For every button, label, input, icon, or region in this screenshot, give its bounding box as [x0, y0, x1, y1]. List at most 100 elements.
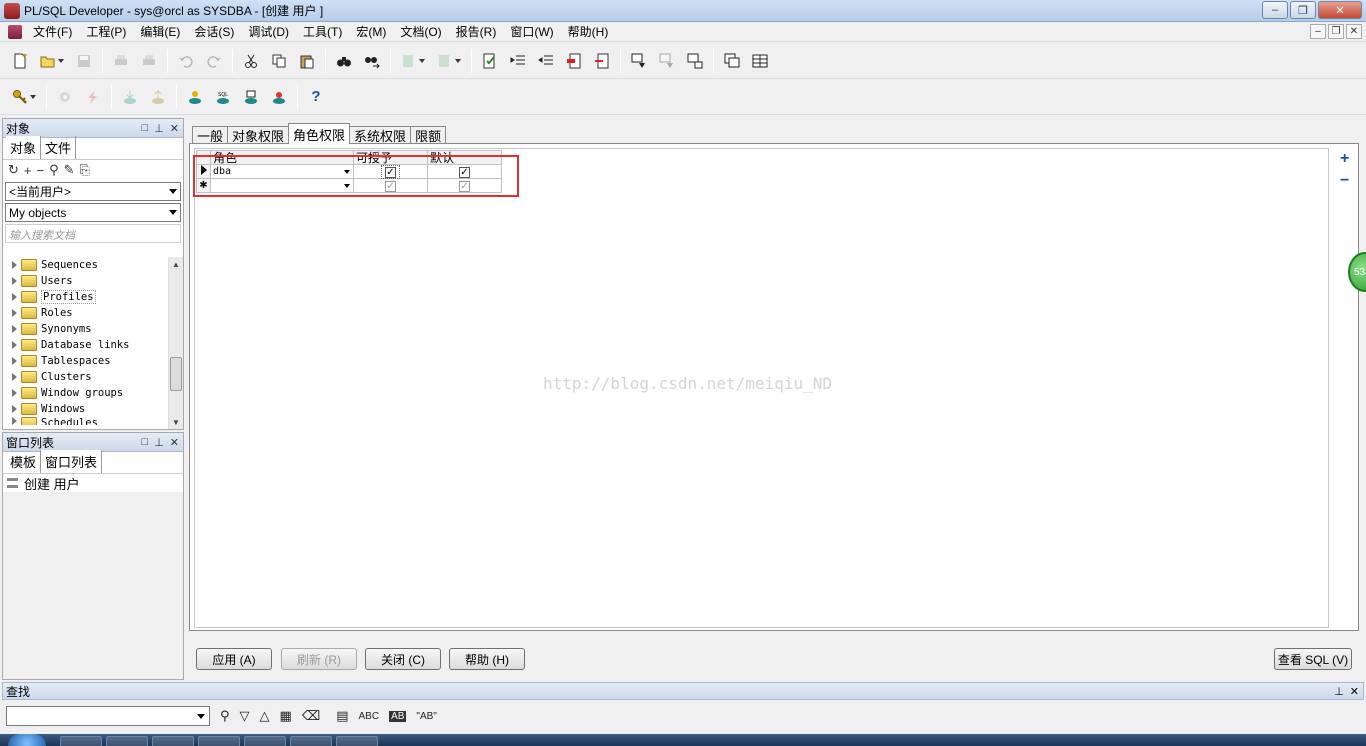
compile-button[interactable]: [51, 84, 79, 110]
new-sql-window-button[interactable]: [181, 84, 209, 110]
scroll-thumb[interactable]: [170, 357, 182, 391]
panel-pin-button[interactable]: ⊥: [154, 122, 164, 135]
unindent-button[interactable]: [532, 48, 560, 74]
cut-button[interactable]: [237, 48, 265, 74]
tree-item[interactable]: Window groups: [3, 385, 169, 401]
panel-float-button[interactable]: □: [142, 122, 149, 135]
menu-help[interactable]: 帮助(H): [561, 23, 616, 40]
expand-icon[interactable]: [12, 373, 17, 381]
undo-button[interactable]: [172, 48, 200, 74]
paste-button[interactable]: [293, 48, 321, 74]
session-browser-button[interactable]: [265, 84, 293, 110]
taskbar-item[interactable]: [336, 736, 378, 746]
mdi-minimize-button[interactable]: –: [1310, 24, 1326, 39]
user-select[interactable]: <当前用户>: [5, 182, 181, 201]
expand-icon[interactable]: [12, 293, 17, 301]
panel-close-button[interactable]: ✕: [1350, 685, 1359, 698]
print-preview-button[interactable]: [135, 48, 163, 74]
tree-item[interactable]: Database links: [3, 337, 169, 353]
tree-scrollbar[interactable]: ▲ ▼: [168, 257, 183, 429]
refresh-button[interactable]: 刷新 (R): [281, 648, 357, 670]
case-sensitive-icon[interactable]: ABC: [359, 711, 380, 722]
objects-filter-select[interactable]: My objects: [5, 203, 181, 222]
copy-button[interactable]: [265, 48, 293, 74]
code-assistant-button[interactable]: [681, 48, 709, 74]
mdi-close-button[interactable]: ✕: [1346, 24, 1362, 39]
menu-debug[interactable]: 调试(D): [241, 23, 296, 40]
tab-templates[interactable]: 模板: [6, 450, 42, 473]
find-input[interactable]: [6, 706, 210, 726]
expand-icon[interactable]: [12, 341, 17, 349]
folder-icon[interactable]: ⎘: [80, 162, 90, 178]
find-previous-icon[interactable]: △: [260, 708, 270, 724]
panel-pin-button[interactable]: ⊥: [154, 436, 164, 449]
document-icon[interactable]: [8, 24, 22, 39]
selection-only-icon[interactable]: ▤: [336, 708, 348, 724]
menu-file[interactable]: 文件(F): [26, 23, 79, 40]
import-button[interactable]: [395, 48, 431, 74]
command-window-button[interactable]: [237, 84, 265, 110]
panel-float-button[interactable]: □: [142, 436, 149, 449]
print-button[interactable]: [107, 48, 135, 74]
tab-system-privileges[interactable]: 系统权限: [349, 126, 412, 144]
tree-item[interactable]: Windows: [3, 401, 169, 417]
add-icon[interactable]: +: [24, 163, 32, 178]
tile-button[interactable]: [746, 48, 774, 74]
expand-icon[interactable]: [12, 389, 17, 397]
menu-window[interactable]: 窗口(W): [503, 23, 560, 40]
window-list-button[interactable]: [718, 48, 746, 74]
add-row-button[interactable]: +: [1340, 150, 1349, 168]
tab-files[interactable]: 文件: [41, 136, 77, 159]
highlight-all-icon[interactable]: ▦: [280, 708, 292, 724]
find-icon[interactable]: ⚲: [49, 162, 59, 178]
help-dialog-button[interactable]: 帮助 (H): [449, 648, 525, 670]
export-button[interactable]: [431, 48, 467, 74]
panel-pin-button[interactable]: ⊥: [1334, 685, 1344, 698]
query-builder-button[interactable]: [653, 48, 681, 74]
save-button[interactable]: [70, 48, 98, 74]
commit-button[interactable]: [116, 84, 144, 110]
compile-invalid-button[interactable]: [79, 84, 107, 110]
close-button[interactable]: 关闭 (C): [365, 648, 441, 670]
remove-row-button[interactable]: −: [1340, 172, 1349, 190]
comment-button[interactable]: [560, 48, 588, 74]
logon-button[interactable]: [6, 84, 42, 110]
taskbar-item[interactable]: [244, 736, 286, 746]
scroll-up-icon[interactable]: ▲: [169, 257, 183, 271]
scroll-down-icon[interactable]: ▼: [169, 415, 183, 429]
menu-reports[interactable]: 报告(R): [449, 23, 504, 40]
apply-button[interactable]: 应用 (A): [196, 648, 272, 670]
expand-icon[interactable]: [12, 261, 17, 269]
menu-macro[interactable]: 宏(M): [349, 23, 393, 40]
expand-icon[interactable]: [12, 357, 17, 365]
minimize-button[interactable]: ‒: [1262, 1, 1288, 19]
tab-general[interactable]: 一般: [192, 126, 229, 144]
expand-icon[interactable]: [12, 417, 17, 425]
help-button[interactable]: ?: [302, 84, 330, 110]
tree-item[interactable]: Roles: [3, 305, 169, 321]
taskbar-item[interactable]: [198, 736, 240, 746]
object-search-input[interactable]: 输入搜索文档: [5, 224, 181, 243]
tab-window-list[interactable]: 窗口列表: [41, 450, 103, 473]
close-window-button[interactable]: ✕: [1318, 1, 1362, 19]
redo-button[interactable]: [200, 48, 228, 74]
explain-plan-button[interactable]: [625, 48, 653, 74]
list-item[interactable]: 创建 用户: [3, 474, 183, 492]
tab-object-privileges[interactable]: 对象权限: [227, 126, 290, 144]
remove-icon[interactable]: −: [37, 163, 45, 178]
menu-documents[interactable]: 文档(O): [393, 23, 448, 40]
tree-item[interactable]: Sequences: [3, 257, 169, 273]
tree-item[interactable]: Tablespaces: [3, 353, 169, 369]
execute-button[interactable]: [476, 48, 504, 74]
tab-quotas[interactable]: 限额: [410, 126, 447, 144]
mdi-restore-button[interactable]: ❐: [1328, 24, 1344, 39]
tree-item[interactable]: Users: [3, 273, 169, 289]
menu-edit[interactable]: 编辑(E): [133, 23, 187, 40]
maximize-button[interactable]: ❐: [1290, 1, 1316, 19]
replace-button[interactable]: [358, 48, 386, 74]
tree-item[interactable]: Synonyms: [3, 321, 169, 337]
tab-role-privileges[interactable]: 角色权限: [288, 123, 351, 144]
menu-project[interactable]: 工程(P): [79, 23, 133, 40]
open-button[interactable]: [34, 48, 70, 74]
uncomment-button[interactable]: [588, 48, 616, 74]
